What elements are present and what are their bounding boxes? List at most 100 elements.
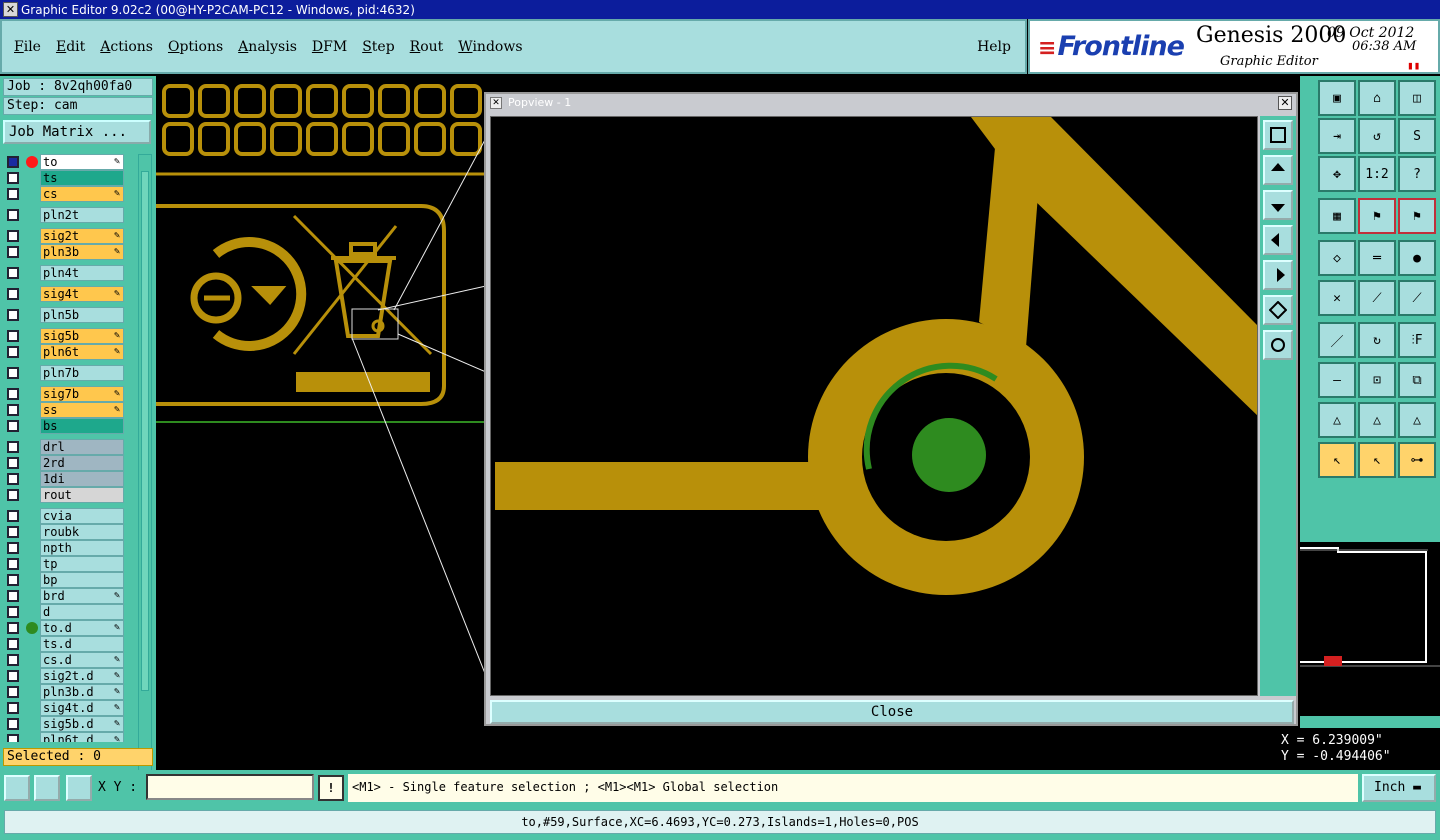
net-tool-icon[interactable]: ⊶: [1398, 442, 1436, 478]
layer-scroll-thumb[interactable]: [141, 171, 149, 691]
layer-checkbox[interactable]: [7, 542, 19, 554]
menu-help[interactable]: Help: [977, 39, 1011, 55]
s-tool-icon[interactable]: S: [1398, 118, 1436, 154]
layer-checkbox[interactable]: [7, 156, 19, 168]
layer-row[interactable]: d: [4, 604, 126, 620]
menu-edit[interactable]: Edit: [56, 39, 85, 55]
layer-name[interactable]: 2rd: [40, 455, 124, 471]
layer-row[interactable]: pln7b: [4, 365, 126, 381]
layer-row[interactable]: 1di: [4, 471, 126, 487]
group-tool-icon[interactable]: ⧉: [1398, 362, 1436, 398]
layer-row[interactable]: bs: [4, 418, 126, 434]
layer-checkbox[interactable]: [7, 558, 19, 570]
layer-name[interactable]: cs.d ✎: [40, 652, 124, 668]
xy-input[interactable]: [146, 774, 314, 800]
pan-left-icon[interactable]: [1263, 225, 1293, 255]
layer-name[interactable]: sig2t ✎: [40, 228, 124, 244]
layer-checkbox[interactable]: [7, 510, 19, 522]
triangle-tool-icon[interactable]: △: [1318, 402, 1356, 438]
layer-name[interactable]: npth: [40, 540, 124, 556]
layer-checkbox[interactable]: [7, 309, 19, 321]
layer-checkbox[interactable]: [7, 420, 19, 432]
layer-checkbox[interactable]: [7, 622, 19, 634]
layer-row[interactable]: sig4t.d ✎: [4, 700, 126, 716]
layer-row[interactable]: npth: [4, 540, 126, 556]
graphic-canvas[interactable]: [156, 76, 486, 770]
layer-row[interactable]: cs.d ✎: [4, 652, 126, 668]
layer-scrollbar[interactable]: [138, 154, 152, 820]
fit-tool-icon[interactable]: ◫: [1398, 80, 1436, 116]
menu-step[interactable]: Step: [362, 39, 394, 55]
move-tool-icon[interactable]: —: [1318, 362, 1356, 398]
layer-checkbox[interactable]: [7, 670, 19, 682]
layer-name[interactable]: pln6t ✎: [40, 344, 124, 360]
measure-mode-icon[interactable]: [34, 775, 60, 801]
layer-checkbox[interactable]: [7, 638, 19, 650]
menu-dfm[interactable]: DFM: [312, 39, 347, 55]
layer-checkbox[interactable]: [7, 734, 19, 742]
menu-analysis[interactable]: Analysis: [238, 39, 297, 55]
grid-mode-icon[interactable]: [66, 775, 92, 801]
layer-checkbox[interactable]: [7, 367, 19, 379]
layer-checkbox[interactable]: [7, 590, 19, 602]
unit-select[interactable]: Inch ▬: [1362, 774, 1436, 802]
layer-name[interactable]: roubk: [40, 524, 124, 540]
layer-row[interactable]: tp: [4, 556, 126, 572]
layer-name[interactable]: drl: [40, 439, 124, 455]
pointer-tool-icon[interactable]: ↖: [1358, 442, 1396, 478]
center-icon[interactable]: [1263, 330, 1293, 360]
layer-name[interactable]: tp: [40, 556, 124, 572]
layer2-tool-icon[interactable]: ⚑: [1398, 198, 1436, 234]
layer-name[interactable]: brd ✎: [40, 588, 124, 604]
layer-checkbox[interactable]: [7, 526, 19, 538]
popview-zoom-view[interactable]: [490, 116, 1258, 696]
layer-name[interactable]: ts: [40, 170, 124, 186]
layer-name[interactable]: pln6t.d ✎: [40, 732, 124, 742]
connect2-tool-icon[interactable]: ⟋: [1398, 280, 1436, 316]
help-tool[interactable]: ?: [1398, 156, 1436, 192]
layer-checkbox[interactable]: [7, 702, 19, 714]
layer-checkbox[interactable]: [7, 330, 19, 342]
shape-tool-icon[interactable]: ◇: [1318, 240, 1356, 276]
popview-menu-icon[interactable]: ✕: [490, 97, 502, 109]
layer-name[interactable]: to.d ✎: [40, 620, 124, 636]
minimap[interactable]: [1300, 486, 1440, 716]
next-tool-icon[interactable]: ⇥: [1318, 118, 1356, 154]
ff-tool-icon[interactable]: ⫶F: [1398, 322, 1436, 358]
layer-row[interactable]: cs ✎: [4, 186, 126, 202]
layer-row[interactable]: pln5b: [4, 307, 126, 323]
snap-tool-icon[interactable]: ⊡: [1358, 362, 1396, 398]
zoom-out-icon[interactable]: [1263, 190, 1293, 220]
pan-right-icon[interactable]: [1263, 260, 1293, 290]
ratio-tool[interactable]: 1:2: [1358, 156, 1396, 192]
menu-options[interactable]: Options: [168, 39, 223, 55]
layer-checkbox[interactable]: [7, 654, 19, 666]
layer-checkbox[interactable]: [7, 388, 19, 400]
select-tool-icon[interactable]: ↖: [1318, 442, 1356, 478]
layer-row[interactable]: drl: [4, 439, 126, 455]
layer-row[interactable]: ts.d: [4, 636, 126, 652]
line-tool-icon[interactable]: ／: [1318, 322, 1356, 358]
layer-row[interactable]: pln6t.d ✎: [4, 732, 126, 742]
layer-tool-icon[interactable]: ⚑: [1358, 198, 1396, 234]
connect-tool-icon[interactable]: ⟋: [1358, 280, 1396, 316]
menu-file[interactable]: File: [14, 39, 41, 55]
layer-row[interactable]: bp: [4, 572, 126, 588]
layer-row[interactable]: brd ✎: [4, 588, 126, 604]
layer-checkbox[interactable]: [7, 489, 19, 501]
layer-checkbox[interactable]: [7, 230, 19, 242]
pad-tool-icon[interactable]: ●: [1398, 240, 1436, 276]
layer-name[interactable]: sig2t.d ✎: [40, 668, 124, 684]
center-tool-icon[interactable]: ✥: [1318, 156, 1356, 192]
layer-checkbox[interactable]: [7, 188, 19, 200]
warning-button[interactable]: !: [318, 775, 344, 801]
layer-name[interactable]: sig5b ✎: [40, 328, 124, 344]
layer-name[interactable]: cs ✎: [40, 186, 124, 202]
layer-row[interactable]: sig2t ✎: [4, 228, 126, 244]
layer-row[interactable]: roubk: [4, 524, 126, 540]
home-tool-icon[interactable]: ⌂: [1358, 80, 1396, 116]
popview-close-button[interactable]: Close: [490, 700, 1294, 724]
layer-name[interactable]: sig7b ✎: [40, 386, 124, 402]
layer-row[interactable]: to.d ✎: [4, 620, 126, 636]
layer-name[interactable]: sig4t ✎: [40, 286, 124, 302]
